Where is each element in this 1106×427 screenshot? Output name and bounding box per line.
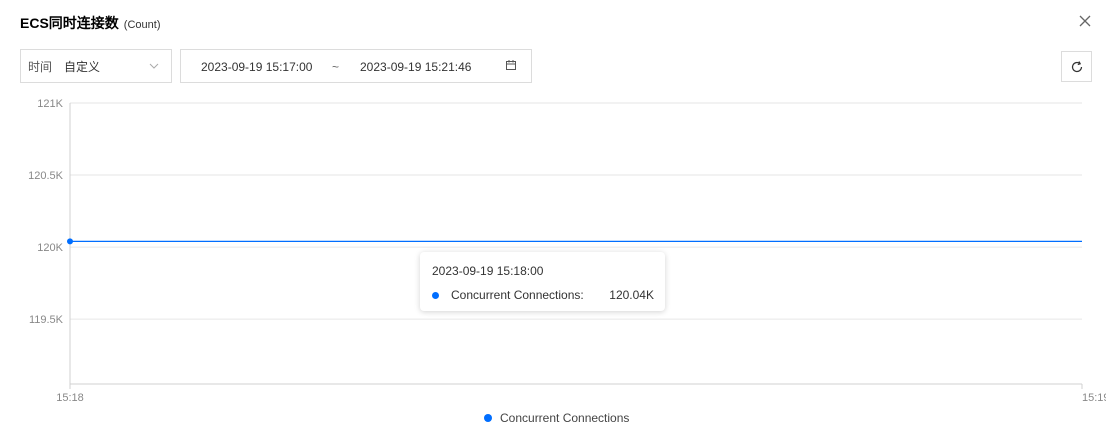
- tooltip-series-marker: [432, 292, 439, 299]
- x-tick-label: 15:18: [56, 392, 84, 404]
- line-chart: 119.5K 120K 120.5K 121K 15:18 15:19: [28, 98, 1106, 404]
- y-tick-label: 119.5K: [29, 314, 64, 326]
- x-tick-label: 15:19: [1082, 392, 1106, 404]
- tooltip-time: 2023-09-19 15:18:00: [432, 264, 544, 278]
- chart-tooltip: 2023-09-19 15:18:00 Concurrent Connectio…: [420, 252, 665, 311]
- data-point: [67, 238, 73, 245]
- legend-item-concurrent-connections[interactable]: Concurrent Connections: [484, 411, 629, 425]
- y-tick-label: 120K: [37, 242, 63, 254]
- legend-label: Concurrent Connections: [500, 411, 630, 425]
- tooltip-value: 120.04K: [609, 288, 654, 302]
- y-tick-label: 121K: [37, 98, 63, 110]
- y-tick-label: 120.5K: [28, 170, 64, 182]
- tooltip-series-name: Concurrent Connections:: [451, 288, 584, 302]
- legend-marker: [484, 414, 492, 422]
